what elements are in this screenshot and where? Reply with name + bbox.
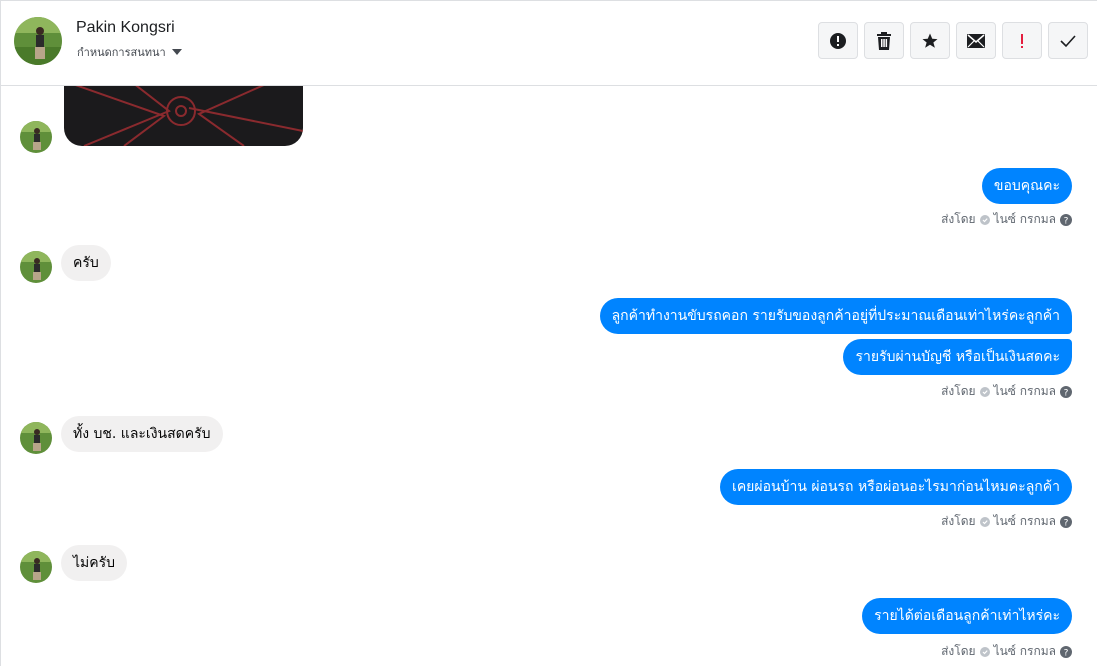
avatar[interactable] [20,121,52,153]
sent-by-label: ส่งโดย [941,212,976,226]
message-status: ส่งโดย ไนซ์ กรกมล ? [941,642,1072,661]
trash-icon [877,31,891,50]
avatar[interactable] [14,17,62,65]
avatar[interactable] [20,551,52,583]
mark-important-button[interactable] [1002,22,1042,59]
avatar[interactable] [20,251,52,283]
sender-name: ไนซ์ กรกมล [993,212,1056,226]
envelope-icon [967,33,985,48]
outgoing-message[interactable]: รายได้ต่อเดือนลูกค้าเท่าไหร่คะ [862,598,1072,634]
conversation-options-label: กำหนดการสนทนา [77,46,166,59]
conversation-options-dropdown[interactable]: กำหนดการสนทนา [77,43,182,61]
info-icon[interactable]: ? [1060,213,1072,226]
incoming-message[interactable]: ครับ [61,245,111,281]
info-icon[interactable]: ? [1060,515,1072,528]
sent-icon [979,386,990,397]
incoming-message[interactable]: ทั้ง บช. และเงินสดครับ [61,416,223,452]
checkmark-icon [1060,34,1076,47]
outgoing-message[interactable]: ลูกค้าทำงานขับรถคอก รายรับของลูกค้าอยู่ท… [599,298,1072,334]
image-attachment[interactable] [64,86,303,146]
contact-name[interactable]: Pakin Kongsri [76,19,175,37]
delete-button[interactable] [864,22,904,59]
message-status: ส่งโดย ไนซ์ กรกมล ? [941,512,1072,531]
avatar[interactable] [20,422,52,454]
sender-name: ไนซ์ กรกมล [993,384,1056,398]
exclamation-circle-icon [830,32,846,49]
svg-text:?: ? [1064,216,1069,226]
conversation-header: Pakin Kongsri กำหนดการสนทนา [1,1,1097,86]
sent-by-label: ส่งโดย [941,644,976,658]
message-status: ส่งโดย ไนซ์ กรกมล ? [941,210,1072,229]
conversation-toolbar [818,22,1088,59]
sent-icon [979,646,990,657]
star-button[interactable] [910,22,950,59]
outgoing-message[interactable]: รายรับผ่านบัญชี หรือเป็นเงินสดคะ [843,339,1072,375]
sender-name: ไนซ์ กรกมล [993,514,1056,528]
sent-by-label: ส่งโดย [941,514,976,528]
exclamation-dot [1021,45,1023,48]
messenger-window: Pakin Kongsri กำหนดการสนทนา ขอบคุณคะ ส่ง… [0,0,1097,666]
sent-by-label: ส่งโดย [941,384,976,398]
svg-text:?: ? [1064,388,1069,398]
svg-text:?: ? [1064,648,1069,658]
outgoing-message[interactable]: ขอบคุณคะ [981,168,1072,204]
exclamation-mark-icon [1021,33,1023,48]
sent-icon [979,214,990,225]
exclamation-bar [1021,33,1023,44]
star-icon [922,33,938,48]
spam-button[interactable] [818,22,858,59]
svg-text:?: ? [1064,518,1069,528]
message-thread[interactable]: ขอบคุณคะ ส่งโดย ไนซ์ กรกมล ? ครับ ลูกค้า… [1,86,1097,666]
info-icon[interactable]: ? [1060,385,1072,398]
message-status: ส่งโดย ไนซ์ กรกมล ? [941,382,1072,401]
info-icon[interactable]: ? [1060,645,1072,658]
mark-done-button[interactable] [1048,22,1088,59]
sent-icon [979,516,990,527]
outgoing-message[interactable]: เคยผ่อนบ้าน ผ่อนรถ หรือผ่อนอะไรมาก่อนไหม… [720,469,1072,505]
mark-unread-button[interactable] [956,22,996,59]
sender-name: ไนซ์ กรกมล [993,644,1056,658]
incoming-message[interactable]: ไม่ครับ [61,545,128,581]
caret-down-icon [171,49,182,55]
